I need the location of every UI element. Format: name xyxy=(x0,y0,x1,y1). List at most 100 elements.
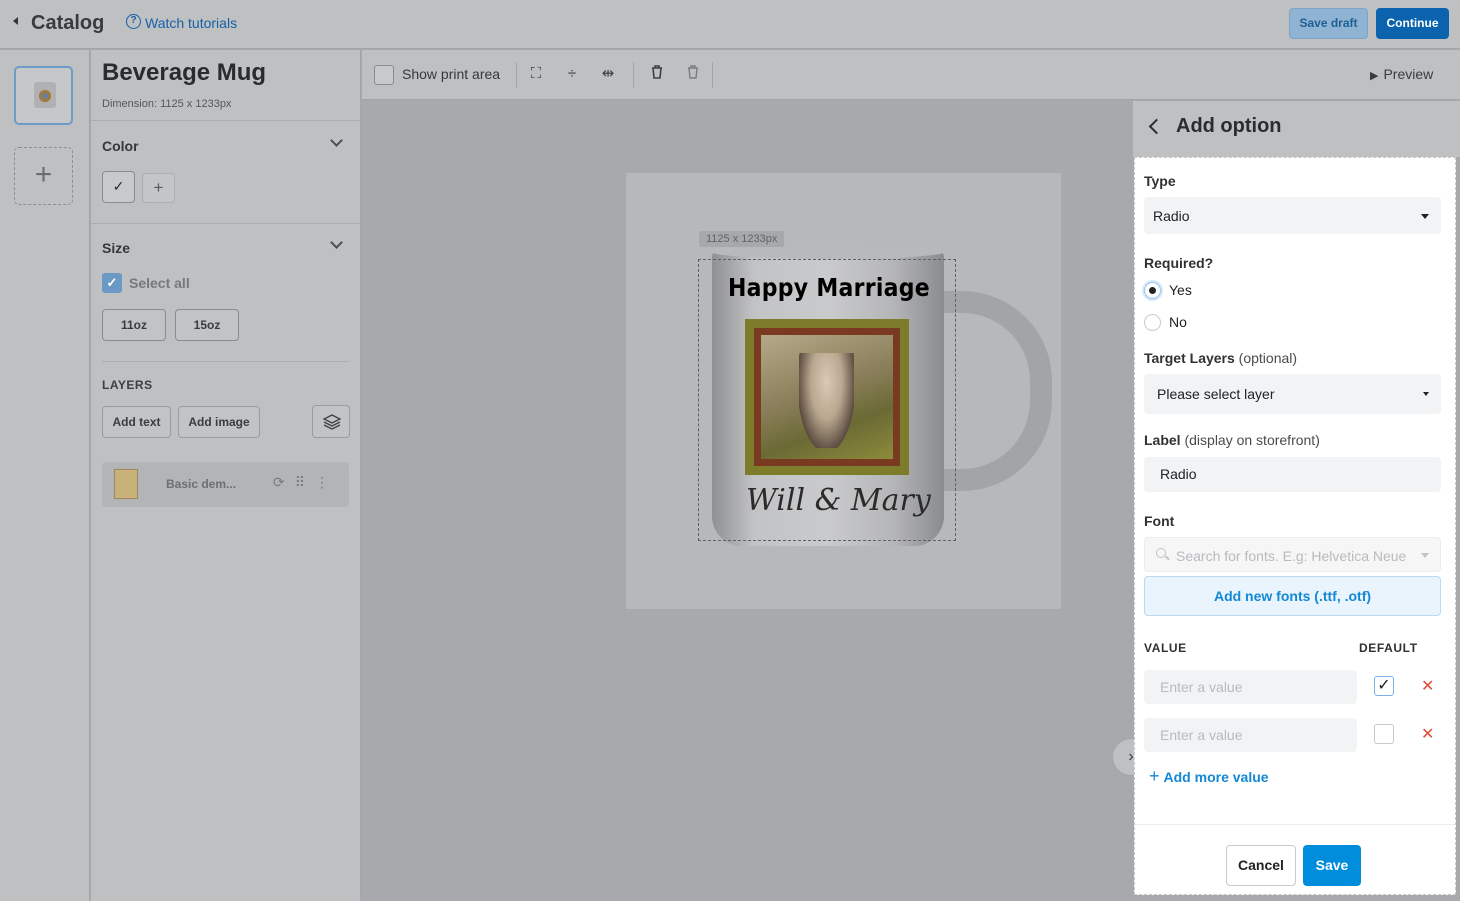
caret-down-icon xyxy=(1421,214,1429,219)
show-print-area-checkbox[interactable] xyxy=(374,65,394,85)
required-no-radio[interactable] xyxy=(1144,314,1161,331)
product-dimension: Dimension: 1125 x 1233px xyxy=(102,98,232,110)
cancel-button[interactable]: Cancel xyxy=(1226,845,1296,886)
target-layers-hint: (optional) xyxy=(1238,350,1298,366)
toolbar-separator xyxy=(712,62,713,88)
add-mockup-button[interactable]: + xyxy=(14,147,73,205)
select-all-label: Select all xyxy=(129,275,190,291)
remove-value-icon[interactable]: ✕ xyxy=(1421,676,1434,696)
add-option-title: Add option xyxy=(1176,115,1282,137)
back-arrow-icon[interactable] xyxy=(13,17,18,25)
layer-thumbnail xyxy=(114,469,138,499)
caret-down-icon xyxy=(1423,392,1429,396)
value-input-placeholder: Enter a value xyxy=(1160,727,1243,743)
watch-tutorials-link[interactable]: Watch tutorials xyxy=(145,15,237,31)
label-field-hint: (display on storefront) xyxy=(1184,432,1320,448)
layer-name: Basic dem... xyxy=(166,477,237,491)
target-layers-select[interactable]: Please select layer xyxy=(1144,374,1441,414)
font-label: Font xyxy=(1144,513,1175,529)
save-draft-button[interactable]: Save draft xyxy=(1289,8,1368,39)
catalog-back-link[interactable]: Catalog xyxy=(31,12,104,35)
type-label: Type xyxy=(1144,173,1176,189)
size-option-15oz[interactable]: 15oz xyxy=(175,309,239,341)
chevron-down-icon[interactable] xyxy=(330,236,343,249)
size-section-label: Size xyxy=(102,240,131,256)
required-yes-label[interactable]: Yes xyxy=(1169,282,1192,298)
target-layers-label: Target Layers (optional) xyxy=(1144,350,1297,366)
print-area-selection[interactable] xyxy=(698,259,956,541)
target-layers-value: Please select layer xyxy=(1157,386,1275,402)
select-all-checkbox[interactable]: ✓ xyxy=(102,273,122,293)
layer-item[interactable]: Basic dem... ⟳⠿⋮ xyxy=(102,462,349,507)
plus-icon: + xyxy=(1149,766,1160,786)
play-icon: ▶ xyxy=(1370,70,1379,82)
label-input[interactable]: Radio xyxy=(1144,457,1441,492)
mug-rim xyxy=(712,245,944,259)
product-title: Beverage Mug xyxy=(102,59,267,86)
top-bar: Catalog ? Watch tutorials Save draft Con… xyxy=(0,0,1460,49)
save-button[interactable]: Save xyxy=(1303,845,1361,886)
caret-down-icon xyxy=(1421,553,1429,558)
show-print-area-label: Show print area xyxy=(402,66,501,82)
type-select-value: Radio xyxy=(1153,208,1190,224)
chevron-down-icon[interactable] xyxy=(330,134,343,147)
type-select[interactable]: Radio xyxy=(1144,197,1441,234)
layer-actions: ⟳⠿⋮ xyxy=(273,474,339,491)
add-new-fonts-button[interactable]: Add new fonts (.ttf, .otf) xyxy=(1144,576,1441,616)
help-circle-icon[interactable]: ? xyxy=(126,14,141,29)
add-text-button[interactable]: Add text xyxy=(102,406,171,438)
size-option-11oz[interactable]: 11oz xyxy=(102,309,166,341)
color-swatch-selected[interactable]: ✓ xyxy=(102,171,135,203)
add-image-button[interactable]: Add image xyxy=(178,406,260,438)
label-field-label: Label (display on storefront) xyxy=(1144,432,1320,448)
mockup-thumbnail-rail: + xyxy=(0,50,90,901)
toolbar-separator xyxy=(633,62,634,88)
layers-section-label: LAYERS xyxy=(102,378,153,392)
align-horizontal-center-icon[interactable]: ⇹ xyxy=(598,64,618,84)
default-column-header: DEFAULT xyxy=(1359,641,1418,655)
preview-button[interactable]: ▶ Preview xyxy=(1370,66,1433,82)
layers-stack-icon xyxy=(322,414,342,430)
label-input-value: Radio xyxy=(1160,466,1197,482)
default-checkbox-1[interactable]: ✓ xyxy=(1374,676,1394,696)
canvas-toolbar: Show print area ⛶ ÷ ⇹ ▶ Preview xyxy=(362,50,1460,100)
sync-icon[interactable]: ⟳ xyxy=(273,474,295,490)
color-section-label: Color xyxy=(102,138,139,154)
value-input-1[interactable]: Enter a value xyxy=(1144,670,1357,704)
value-input-placeholder: Enter a value xyxy=(1160,679,1243,695)
back-chevron-icon[interactable] xyxy=(1148,118,1165,135)
mug-thumbnail-image xyxy=(34,82,56,108)
value-input-2[interactable]: Enter a value xyxy=(1144,718,1357,752)
value-column-header: VALUE xyxy=(1144,641,1187,655)
required-no-label[interactable]: No xyxy=(1169,314,1187,330)
fit-expand-icon[interactable]: ⛶ xyxy=(526,64,546,84)
artboard: 1125 x 1233px Happy Marriage Will & Mary xyxy=(626,173,1061,609)
font-search-input[interactable]: Search for fonts. E.g: Helvetica Neue xyxy=(1144,537,1441,572)
add-option-header: Add option xyxy=(1133,101,1460,157)
continue-button[interactable]: Continue xyxy=(1376,8,1449,39)
default-checkbox-2[interactable] xyxy=(1374,724,1394,744)
add-option-form: Type Radio Required? Yes No Target Layer… xyxy=(1134,157,1456,895)
preview-label: Preview xyxy=(1383,66,1434,82)
divider xyxy=(91,120,361,121)
mockup-thumbnail[interactable] xyxy=(14,66,73,125)
drag-handle-icon[interactable]: ⠿ xyxy=(295,474,315,490)
layers-stack-button[interactable] xyxy=(312,405,350,438)
print-area-dimension-tag: 1125 x 1233px xyxy=(699,231,785,247)
add-more-value-label: Add more value xyxy=(1163,769,1269,785)
required-label: Required? xyxy=(1144,255,1214,271)
search-icon xyxy=(1156,548,1166,558)
product-settings-panel: Beverage Mug Dimension: 1125 x 1233px Co… xyxy=(91,50,361,901)
font-search-placeholder: Search for fonts. E.g: Helvetica Neue xyxy=(1176,548,1407,564)
delete-icon[interactable] xyxy=(647,64,667,84)
delete-all-icon[interactable] xyxy=(683,64,703,84)
divider xyxy=(1135,824,1455,825)
divider xyxy=(91,223,361,224)
add-more-value-link[interactable]: + Add more value xyxy=(1149,766,1269,787)
add-color-button[interactable]: + xyxy=(142,173,175,203)
remove-value-icon[interactable]: ✕ xyxy=(1421,724,1434,744)
required-yes-radio[interactable] xyxy=(1144,282,1161,299)
toolbar-separator xyxy=(516,62,517,88)
more-vertical-icon[interactable]: ⋮ xyxy=(315,474,339,490)
align-vertical-center-icon[interactable]: ÷ xyxy=(562,64,582,84)
